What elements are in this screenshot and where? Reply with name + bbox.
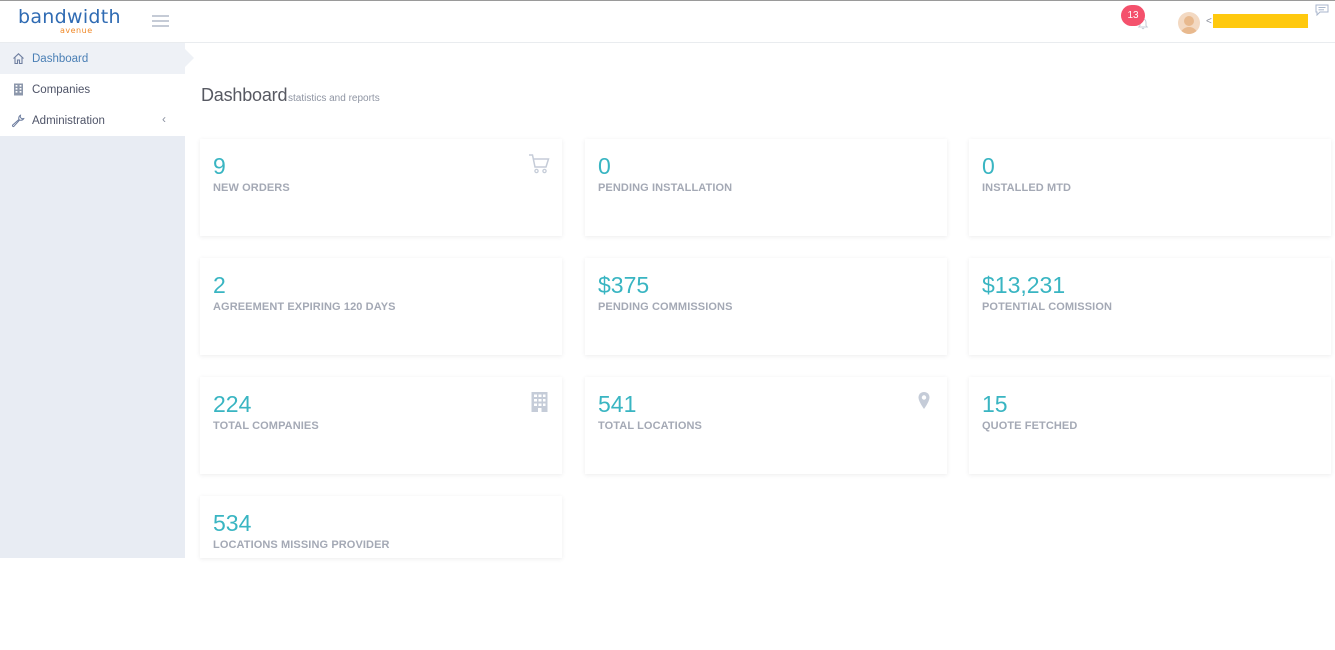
building-icon (531, 392, 548, 412)
sidebar-item-companies[interactable]: Companies (0, 74, 185, 105)
stat-card-agreement-expiring[interactable]: 2 AGREEMENT EXPIRING 120 DAYS (200, 258, 562, 355)
stat-value: 15 (982, 391, 1008, 417)
stat-value: 541 (598, 391, 637, 417)
stat-value: $375 (598, 272, 650, 298)
sidebar-item-administration[interactable]: Administration ‹ (0, 105, 185, 136)
sidebar-item-label: Dashboard (32, 52, 89, 65)
stat-card-quote-fetched[interactable]: 15 QUOTE FETCHED (969, 377, 1331, 474)
stat-value: 2 (213, 272, 226, 298)
stat-card-potential-commission[interactable]: $13,231 POTENTIAL COMISSION (969, 258, 1331, 355)
stat-card-total-locations[interactable]: 541 TOTAL LOCATIONS (585, 377, 947, 474)
stat-label: TOTAL COMPANIES (213, 420, 319, 432)
cart-icon (529, 154, 550, 174)
stat-card-new-orders[interactable]: 9 NEW ORDERS (200, 139, 562, 236)
stat-label: QUOTE FETCHED (982, 420, 1078, 432)
building-icon (11, 83, 25, 97)
top-header: bandwidth avenue 13 < (0, 1, 1335, 43)
logo-sub-text: avenue (60, 26, 93, 35)
map-pin-icon (918, 392, 930, 409)
home-icon (11, 52, 25, 66)
stat-label: TOTAL LOCATIONS (598, 420, 702, 432)
hamburger-menu-icon[interactable] (152, 15, 169, 27)
stat-value: 0 (598, 153, 611, 179)
sidebar-item-label: Administration (32, 114, 105, 127)
stat-label: PENDING COMMISSIONS (598, 301, 733, 313)
stat-label: AGREEMENT EXPIRING 120 DAYS (213, 301, 396, 313)
sidebar-menu: Dashboard Companies Administration ‹ (0, 43, 194, 136)
sidebar-item-dashboard[interactable]: Dashboard (0, 43, 194, 74)
user-caret: < (1206, 16, 1212, 27)
notification-count-badge: 13 (1121, 5, 1145, 26)
page-title: Dashboard (201, 85, 288, 105)
stat-value: 224 (213, 391, 252, 417)
brand-logo[interactable]: bandwidth avenue (18, 6, 121, 35)
stat-label: POTENTIAL COMISSION (982, 301, 1113, 313)
sidebar: Dashboard Companies Administration ‹ (0, 43, 194, 558)
avatar[interactable] (1178, 12, 1200, 34)
chat-icon[interactable] (1315, 4, 1329, 16)
stat-card-pending-commissions[interactable]: $375 PENDING COMMISSIONS (585, 258, 947, 355)
stat-value: 534 (213, 510, 252, 536)
logo-main-text: bandwidth (18, 6, 121, 28)
stat-card-pending-installation[interactable]: 0 PENDING INSTALLATION (585, 139, 947, 236)
notifications-button[interactable]: 13 (1121, 5, 1157, 35)
stat-label: NEW ORDERS (213, 182, 290, 194)
sidebar-item-label: Companies (32, 83, 91, 96)
stat-label: PENDING INSTALLATION (598, 182, 733, 194)
stat-card-locations-missing-provider[interactable]: 534 LOCATIONS MISSING PROVIDER (200, 496, 562, 558)
wrench-icon (11, 113, 25, 128)
stat-card-installed-mtd[interactable]: 0 INSTALLED MTD (969, 139, 1331, 236)
stat-card-total-companies[interactable]: 224 TOTAL COMPANIES (200, 377, 562, 474)
chevron-left-icon: ‹ (162, 112, 166, 126)
stat-value: 0 (982, 153, 995, 179)
stat-label: LOCATIONS MISSING PROVIDER (213, 539, 390, 551)
stat-value: 9 (213, 153, 226, 179)
page-subtitle: statistics and reports (288, 93, 380, 104)
stat-label: INSTALLED MTD (982, 182, 1072, 194)
username-redacted[interactable] (1213, 14, 1308, 28)
stat-value: $13,231 (982, 272, 1066, 298)
